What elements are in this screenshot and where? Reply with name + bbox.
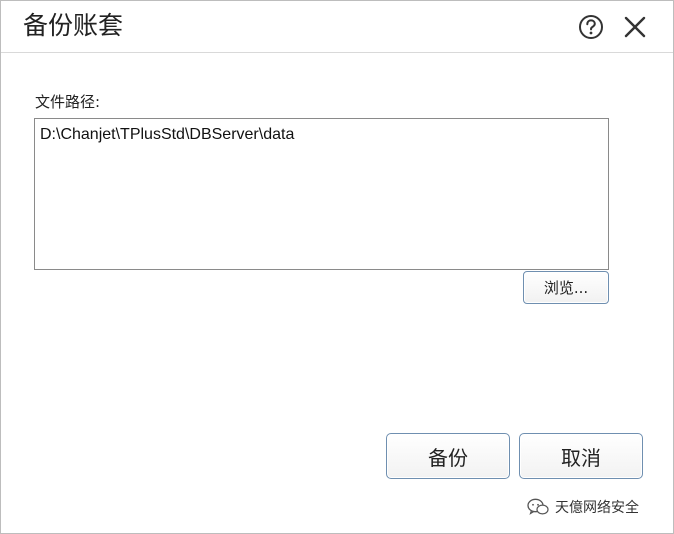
help-circle-icon (579, 15, 603, 39)
help-button[interactable] (577, 13, 605, 41)
watermark: 天億网络安全 (527, 495, 639, 519)
file-path-label: 文件路径: (35, 93, 101, 111)
cancel-button[interactable]: 取消 (519, 433, 643, 479)
dialog-titlebar: 备份账套 (1, 1, 673, 53)
file-path-input[interactable]: D:\Chanjet\TPlusStd\DBServer\data (34, 118, 609, 270)
dialog-title: 备份账套 (23, 11, 124, 40)
backup-account-dialog: 备份账套 文件路径: D:\Chanjet\TPlusStd\DBServer\… (0, 0, 674, 534)
browse-button[interactable]: 浏览... (523, 271, 609, 304)
wechat-icon (527, 498, 549, 515)
close-button[interactable] (621, 13, 649, 41)
watermark-text: 天億网络安全 (555, 500, 639, 516)
backup-button[interactable]: 备份 (386, 433, 510, 479)
close-icon (624, 16, 646, 38)
